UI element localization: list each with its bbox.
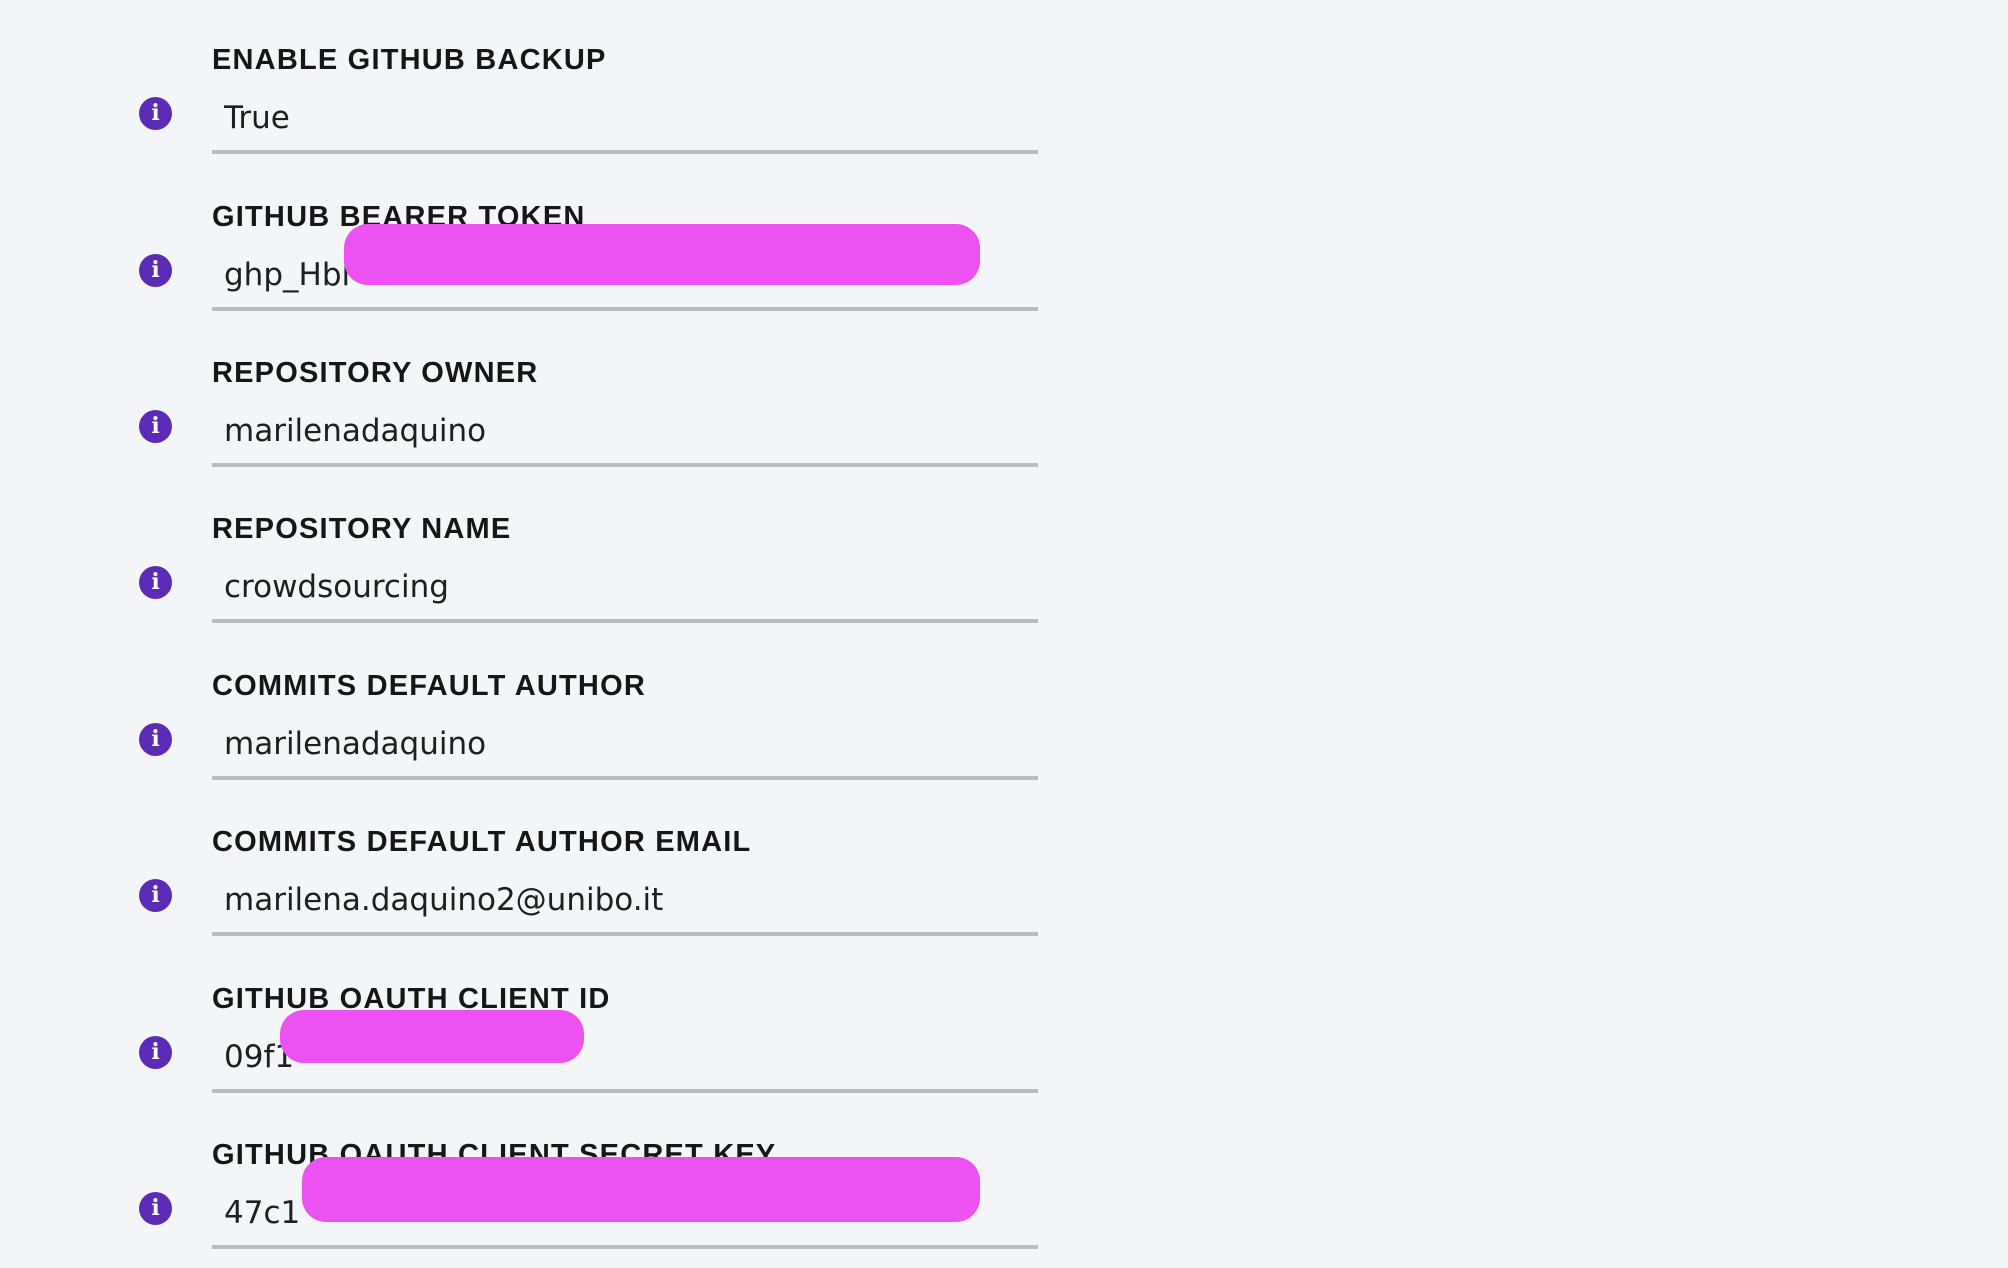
field-github-oauth-client-secret-key: i GITHUB OAUTH CLIENT SECRET KEY <box>0 1111 1100 1249</box>
field-label: COMMITS DEFAULT AUTHOR <box>212 670 646 702</box>
repository-owner-input[interactable] <box>212 399 1038 467</box>
commits-default-author-input[interactable] <box>212 712 1038 780</box>
info-icon[interactable]: i <box>139 566 172 599</box>
info-icon[interactable]: i <box>139 1036 172 1069</box>
field-commits-default-author-email: i COMMITS DEFAULT AUTHOR EMAIL <box>0 798 1100 936</box>
field-github-bearer-token: i GITHUB BEARER TOKEN <box>0 173 1100 311</box>
field-label: REPOSITORY OWNER <box>212 357 539 389</box>
field-repository-name: i REPOSITORY NAME <box>0 485 1100 623</box>
field-label: REPOSITORY NAME <box>212 513 512 545</box>
github-backup-settings-form: i ENABLE GITHUB BACKUP i GITHUB BEARER T… <box>0 0 2008 1268</box>
info-icon[interactable]: i <box>139 1192 172 1225</box>
enable-github-backup-input[interactable] <box>212 86 1038 154</box>
info-icon[interactable]: i <box>139 723 172 756</box>
redaction-mark <box>280 1010 584 1063</box>
redaction-mark <box>344 224 980 285</box>
info-icon[interactable]: i <box>139 410 172 443</box>
field-enable-github-backup: i ENABLE GITHUB BACKUP <box>0 16 1100 154</box>
info-icon[interactable]: i <box>139 97 172 130</box>
field-github-oauth-client-id: i GITHUB OAUTH CLIENT ID <box>0 955 1100 1093</box>
field-repository-owner: i REPOSITORY OWNER <box>0 329 1100 467</box>
field-label: ENABLE GITHUB BACKUP <box>212 44 607 76</box>
field-label: COMMITS DEFAULT AUTHOR EMAIL <box>212 826 752 858</box>
commits-default-author-email-input[interactable] <box>212 868 1038 936</box>
field-commits-default-author: i COMMITS DEFAULT AUTHOR <box>0 642 1100 780</box>
info-icon[interactable]: i <box>139 879 172 912</box>
repository-name-input[interactable] <box>212 555 1038 623</box>
redaction-mark <box>302 1157 980 1222</box>
info-icon[interactable]: i <box>139 254 172 287</box>
